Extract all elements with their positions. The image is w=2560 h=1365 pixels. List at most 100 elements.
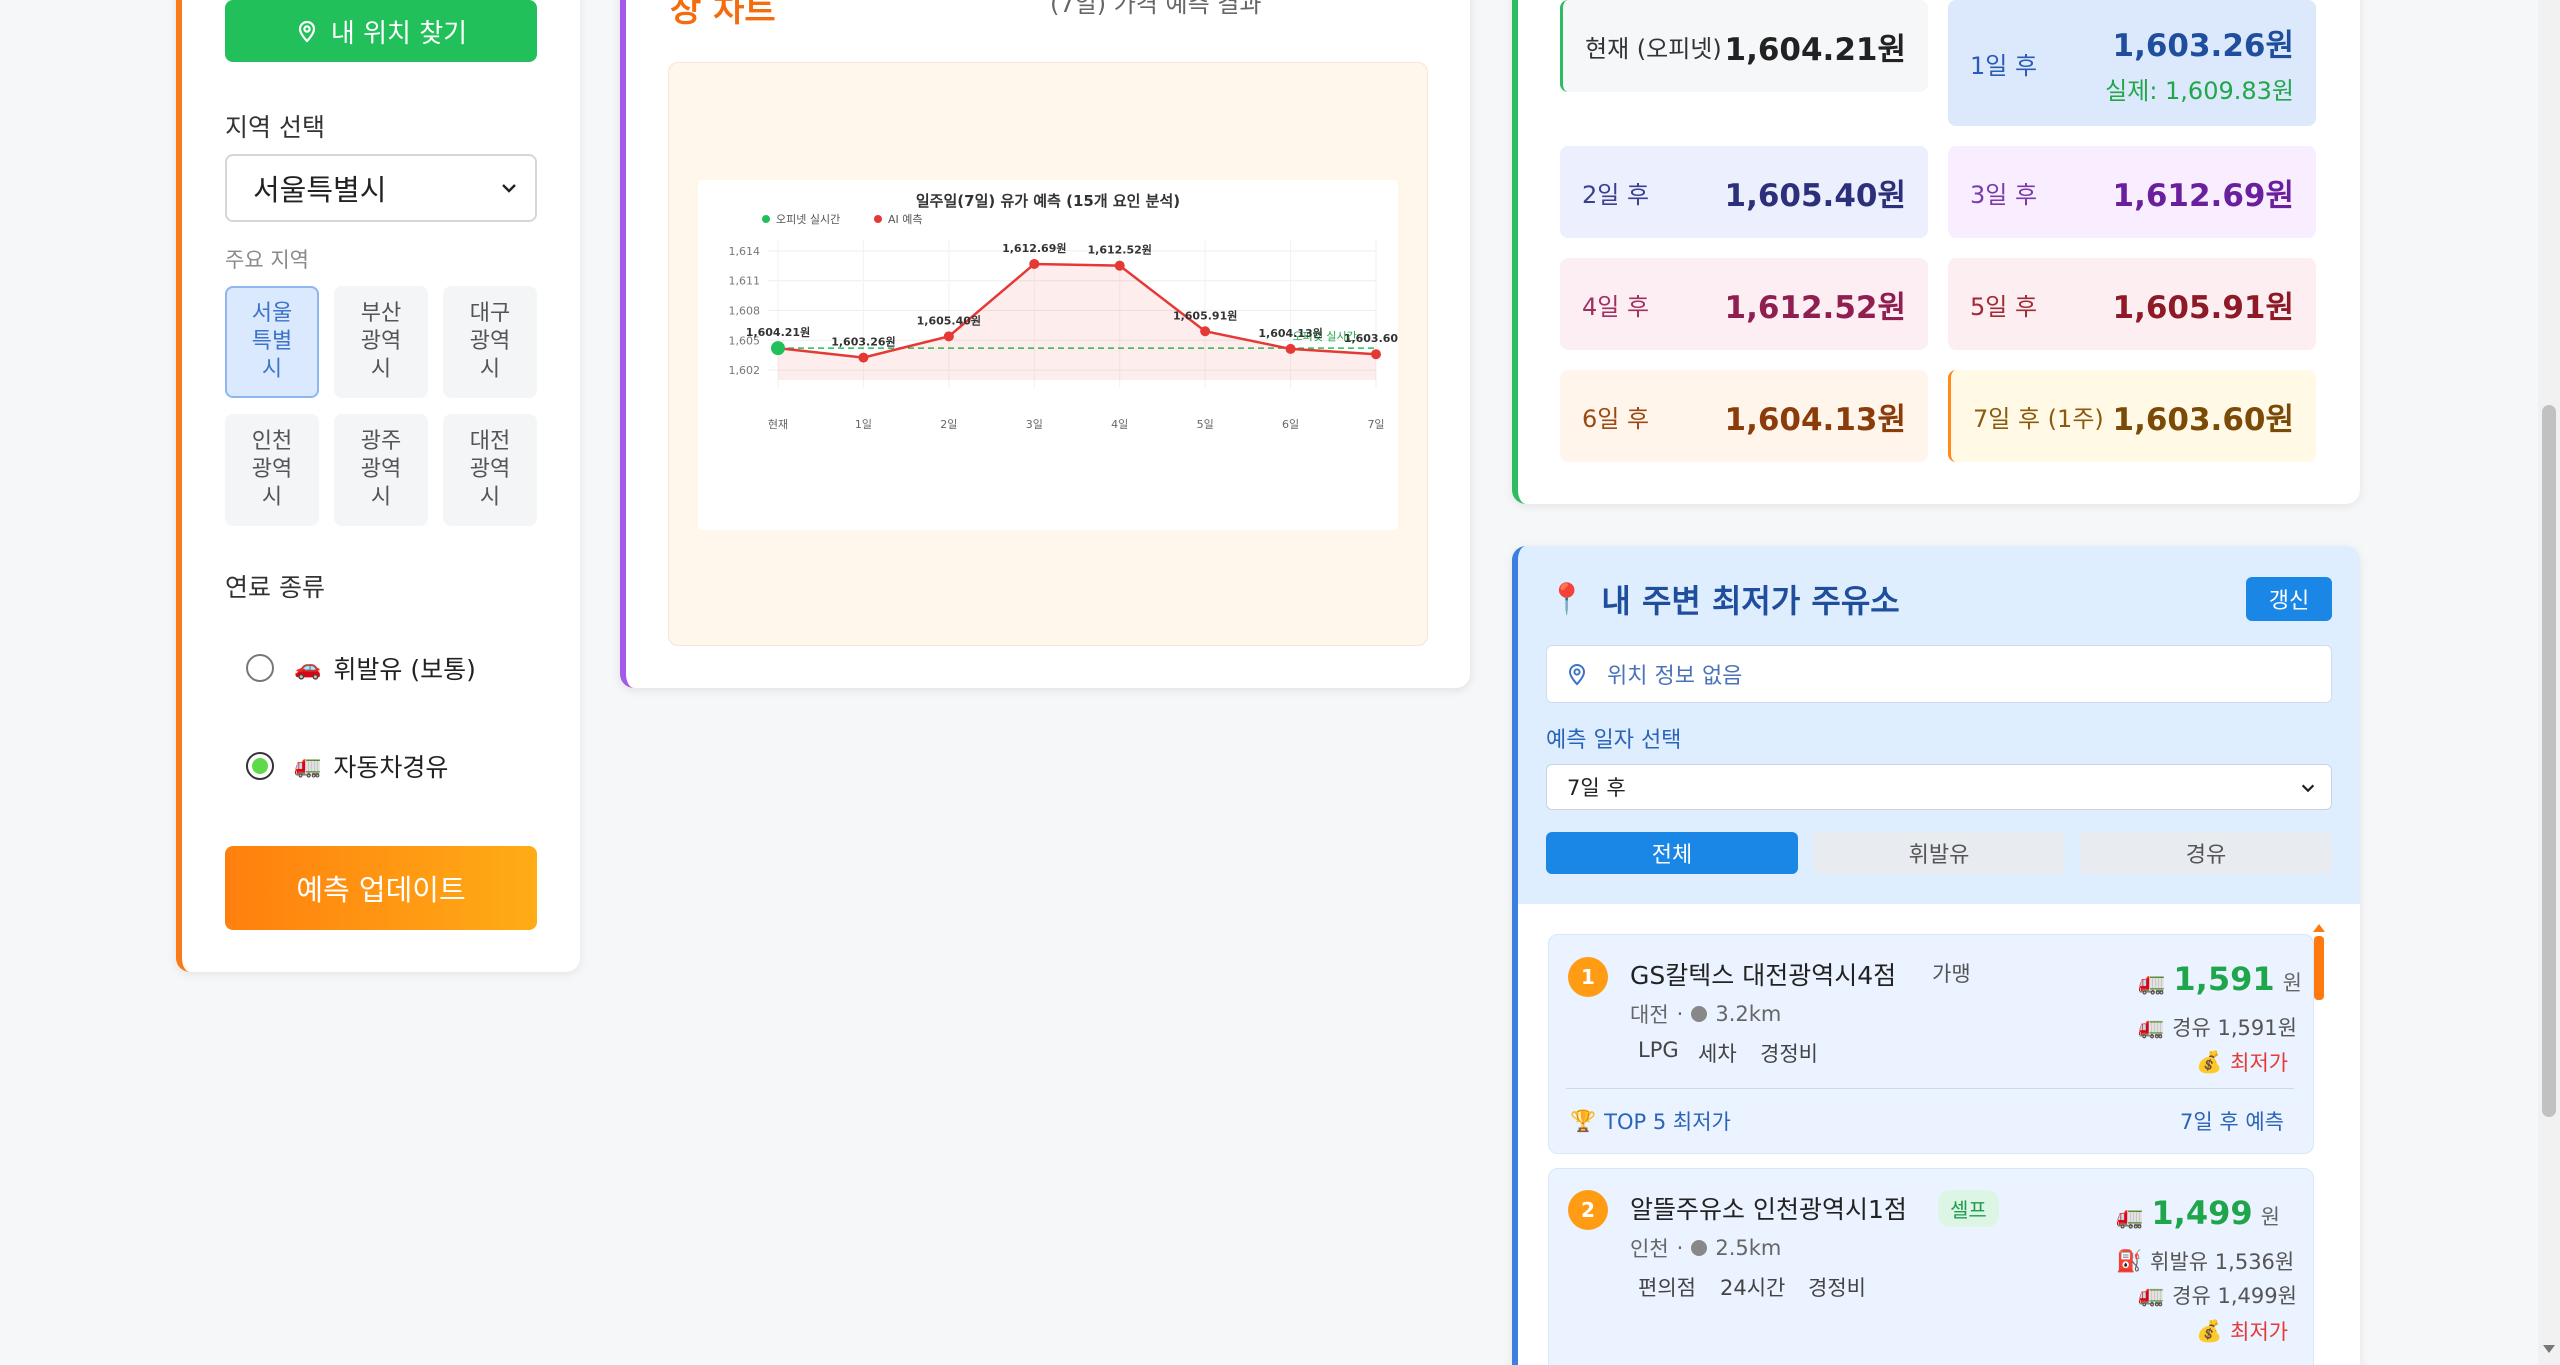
map-pin-icon: 📍 xyxy=(1548,581,1586,617)
station-lowest-text: 최저가 xyxy=(2230,1320,2289,1344)
station-distance: 3.2km xyxy=(1715,1002,1782,1026)
tab-diesel[interactable]: 경유 xyxy=(2080,832,2332,874)
data-point xyxy=(1200,326,1211,337)
truck-icon: 🚛 xyxy=(294,753,322,779)
data-point xyxy=(858,352,869,363)
station-price: 🚛 1,499 원 xyxy=(2116,1194,2280,1232)
money-bag-icon: 💰 xyxy=(2196,1049,2223,1074)
station-tag: LPG xyxy=(1638,1038,1679,1062)
forecast-card-value: 1,612.69원 xyxy=(2112,177,2295,214)
data-point xyxy=(1371,349,1381,360)
station-fuel-price: 경유 1,591원 xyxy=(2172,1016,2297,1040)
forecast-card-day6: 6일 후 1,604.13원 xyxy=(1560,370,1928,462)
tab-all[interactable]: 전체 xyxy=(1546,832,1798,874)
trophy-icon: 🏆 xyxy=(1570,1108,1597,1133)
region-button-incheon[interactable]: 인천광역시 xyxy=(225,414,319,526)
forecast-card-value: 1,612.52원 xyxy=(1724,289,1907,326)
y-tick-label: 1,608 xyxy=(729,305,761,318)
region-button-seoul[interactable]: 서울특별시 xyxy=(225,286,319,398)
fuel-option-gasoline[interactable]: 🚗 휘발유 (보통) xyxy=(246,650,476,686)
region-select-label: 지역 선택 xyxy=(225,113,325,142)
station-price-value: 1,591 xyxy=(2173,960,2275,998)
x-tick-label: 7일 xyxy=(1367,417,1384,431)
find-my-location-button[interactable]: 내 위치 찾기 xyxy=(225,0,537,62)
page-scrollbar-thumb[interactable] xyxy=(2542,405,2556,1117)
station-price: 🚛 1,591 원 xyxy=(2138,960,2302,998)
y-tick-label: 1,611 xyxy=(729,275,761,288)
x-tick-label: 4일 xyxy=(1111,417,1128,431)
fuel-option-diesel[interactable]: 🚛 자동차경유 xyxy=(246,748,448,784)
x-tick-label: 6일 xyxy=(1282,417,1299,431)
station-name: 알뜰주유소 인천광역시1점 xyxy=(1630,1195,1907,1224)
top5-label-text: TOP 5 최저가 xyxy=(1604,1110,1731,1134)
legend-label: AI 예측 xyxy=(888,213,923,226)
forecast-date-value: 7일 후 xyxy=(1567,776,1626,800)
forecast-card-actual: 실제: 1,609.83원 xyxy=(2105,77,2294,105)
truck-icon: 🚛 xyxy=(2138,1014,2165,1039)
forecast-card-value: 1,605.91원 xyxy=(2112,289,2295,326)
forecast-card-day7: 7일 후 (1주) 1,603.60원 xyxy=(1948,370,2316,462)
data-label: 1,612.52원 xyxy=(1088,243,1152,257)
station-price-unit: 원 xyxy=(2282,971,2302,995)
fuel-pump-icon: ⛽ xyxy=(2116,1248,2143,1273)
forecast-card-label: 1일 후 xyxy=(1970,51,2038,80)
data-label: 1,604.13원 xyxy=(1258,326,1322,340)
list-scrollbar-thumb[interactable] xyxy=(2314,936,2324,1000)
legend-swatch xyxy=(874,215,882,223)
x-tick-label: 현재 xyxy=(768,418,788,431)
update-forecast-button[interactable]: 예측 업데이트 xyxy=(225,846,537,930)
series-area xyxy=(778,263,1376,380)
station-region: 인천 xyxy=(1630,1237,1669,1261)
chevron-down-icon xyxy=(2301,784,2315,793)
nearby-stations-title: 📍 내 주변 최저가 주유소 xyxy=(1548,576,1900,622)
truck-icon: 🚛 xyxy=(2138,971,2166,996)
car-icon: 🚗 xyxy=(294,655,322,681)
chart-card: 일주일(7일) 유가 예측 (15개 요인 분석) 오피넷 실시간 AI 예측 1,6… xyxy=(698,180,1398,530)
forecast-card-label: 4일 후 xyxy=(1582,292,1650,321)
scroll-down-arrow[interactable] xyxy=(2543,1345,2555,1353)
major-regions-label: 주요 지역 xyxy=(225,248,309,272)
chart-panel-heading: 장 차트 xyxy=(670,0,776,30)
radio-gasoline[interactable] xyxy=(246,654,274,682)
tab-gasoline[interactable]: 휘발유 xyxy=(1813,832,2065,874)
station-rank: 1 xyxy=(1568,957,1608,997)
forecast-date-select[interactable]: 7일 후 xyxy=(1546,764,2332,810)
radio-diesel[interactable] xyxy=(246,752,274,780)
region-button-busan[interactable]: 부산광역시 xyxy=(334,286,428,398)
chart-title: 일주일(7일) 유가 예측 (15개 요인 분석) xyxy=(916,192,1180,210)
region-button-daejeon[interactable]: 대전광역시 xyxy=(443,414,537,526)
region-select[interactable]: 서울특별시 xyxy=(225,154,537,222)
station-lowest-badge: 💰 최저가 xyxy=(2196,1316,2288,1346)
forecast-card-label: 2일 후 xyxy=(1582,180,1650,209)
legend-label: 오피넷 실시간 xyxy=(776,213,840,226)
station-tag: 편의점 xyxy=(1638,1276,1696,1300)
distance-icon xyxy=(1691,1006,1708,1022)
refresh-button[interactable]: 갱신 xyxy=(2246,577,2332,621)
data-point xyxy=(1285,343,1296,354)
location-field[interactable]: 위치 정보 없음 xyxy=(1546,645,2332,703)
forecast-card-value: 1,603.60원 xyxy=(2112,401,2295,438)
forecast-card-label: 5일 후 xyxy=(1970,292,2038,321)
station-location: 대전 · 3.2km xyxy=(1630,999,1781,1029)
station-location: 인천 · 2.5km xyxy=(1630,1233,1781,1263)
location-field-text: 위치 정보 없음 xyxy=(1607,664,1743,689)
list-scroll-up-arrow[interactable] xyxy=(2313,924,2325,932)
region-button-gwangju[interactable]: 광주광역시 xyxy=(334,414,428,526)
station-price-unit: 원 xyxy=(2260,1205,2280,1229)
station-distance: 2.5km xyxy=(1715,1236,1782,1260)
forecast-date-label: 예측 일자 선택 xyxy=(1546,728,1682,753)
find-my-location-label: 내 위치 찾기 xyxy=(330,18,468,49)
forecast-card-day5: 5일 후 1,605.91원 xyxy=(1948,258,2316,350)
region-button-daegu[interactable]: 대구광역시 xyxy=(443,286,537,398)
x-tick-label: 3일 xyxy=(1026,417,1043,431)
forecast-card-current: 현재 (오피넷) 1,604.21원 xyxy=(1560,0,1928,92)
data-label: 1,603.60원 xyxy=(1344,331,1398,345)
station-price-value: 1,499 xyxy=(2151,1194,2253,1232)
top5-label: 🏆 TOP 5 최저가 xyxy=(1570,1106,1731,1136)
fuel-option-diesel-label: 자동차경유 xyxy=(333,753,449,782)
fuel-option-gasoline-label: 휘발유 (보통) xyxy=(333,655,476,684)
y-tick-label: 1,614 xyxy=(729,245,761,258)
forecast-card-label: 현재 (오피넷) xyxy=(1585,34,1722,63)
fuel-type-label: 연료 종류 xyxy=(225,573,325,602)
forecast-card-value: 1,604.21원 xyxy=(1724,31,1907,68)
